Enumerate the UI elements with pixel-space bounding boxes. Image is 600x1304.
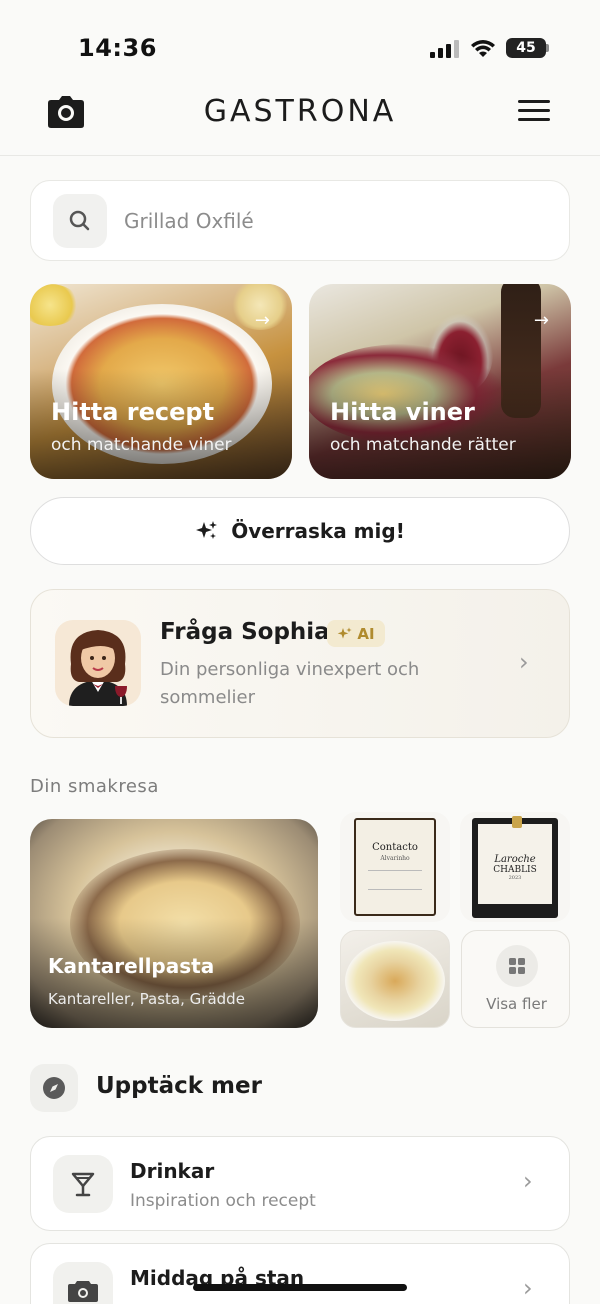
list-item-title: Drinkar [130,1159,215,1183]
discover-title: Upptäck mer [96,1073,262,1099]
list-item-subtitle: Inspiration och recept [130,1191,316,1211]
wifi-icon [471,40,495,57]
wine-name: CHABLIS [493,865,537,875]
search-icon [69,210,90,231]
sophia-description: Din personliga vinexpert och sommelier [160,659,420,708]
chevron-right-icon: › [523,1274,533,1302]
wine-sub: Alvarinho [380,855,410,862]
app-header: GASTRONA [0,80,600,156]
cocktail-icon-box [53,1155,113,1213]
surprise-me-button[interactable]: Överraska mig! [30,497,570,565]
cellular-signal-icon [430,40,459,58]
show-more-tile[interactable]: Visa fler [461,930,570,1028]
grid-icon [509,958,525,974]
featured-dish-card[interactable]: Kantarellpasta Kantareller, Pasta, Grädd… [30,819,318,1028]
camera-icon-box [53,1262,113,1304]
wine-brand: Laroche [494,854,536,865]
cocktail-glass-icon [71,1172,95,1197]
surprise-label: Överraska mig! [231,519,405,543]
find-wines-card[interactable]: → Hitta viner och matchande rätter [309,284,571,479]
sommelier-avatar-icon [69,630,127,706]
status-bar: 14:36 45 [0,0,600,80]
hamburger-menu-icon[interactable] [518,100,550,126]
sparkles-icon [338,626,353,639]
search-input[interactable]: Grillad Oxfilé [124,209,254,233]
hero-title: Hitta viner [330,398,475,426]
chevron-right-icon: › [519,648,529,676]
chevron-right-icon: › [523,1167,533,1195]
arrow-right-icon: → [533,310,549,331]
wine-label-image: Laroche CHABLIS 2023 [472,816,558,918]
show-more-label: Visa fler [486,995,547,1013]
featured-dish-ingredients: Kantareller, Pasta, Grädde [48,990,245,1008]
ask-sophia-card[interactable]: Fråga Sophia AI Din personliga vinexpert… [30,589,570,738]
arrow-right-icon: → [254,310,270,331]
battery-nub [546,44,549,52]
ai-badge-label: AI [357,624,375,643]
search-icon-box [53,194,107,248]
camera-icon [68,1281,98,1302]
dish-tile-fish[interactable] [340,930,450,1028]
app-logo[interactable]: GASTRONA [0,94,600,129]
sophia-title: Fråga Sophia [160,619,330,645]
grid-icon-box [496,945,538,987]
compass-icon [43,1077,65,1099]
taste-journey-label: Din smakresa [30,776,159,797]
search-bar[interactable]: Grillad Oxfilé [30,180,570,261]
fish-dish-image [345,941,445,1021]
wine-tile-chablis[interactable]: Laroche CHABLIS 2023 [460,812,570,922]
sparkles-icon [196,521,218,539]
hero-subtitle: och matchande rätter [330,435,516,455]
battery-indicator: 45 [506,38,546,58]
hero-subtitle: och matchande viner [51,435,232,455]
sophia-avatar [55,620,141,706]
ai-badge: AI [327,620,385,647]
compass-icon-box [30,1064,78,1112]
wine-year: 2023 [508,875,522,881]
list-item-drinks[interactable]: Drinkar Inspiration och recept › [30,1136,570,1231]
featured-dish-title: Kantarellpasta [48,954,215,978]
find-recipes-card[interactable]: → Hitta recept och matchande viner [30,284,292,479]
battery-level: 45 [516,40,536,56]
wine-label-image: Contacto Alvarinho [354,818,436,916]
list-item-dinner-out[interactable]: Middag på stan › [30,1243,570,1304]
lemon-image [30,284,80,326]
hero-title: Hitta recept [51,398,215,426]
home-indicator[interactable] [193,1284,407,1291]
wine-name: Contacto [372,842,418,853]
wine-tile-contacto[interactable]: Contacto Alvarinho [340,812,450,922]
status-time: 14:36 [78,34,157,62]
